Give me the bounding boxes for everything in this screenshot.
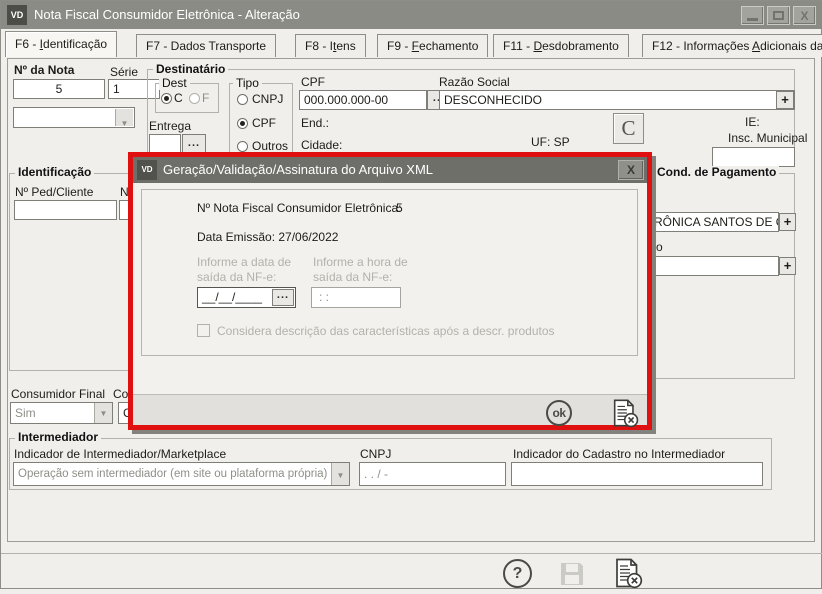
intermediador-cnpj-field[interactable]: . . / - xyxy=(359,462,506,486)
window-title: Nota Fiscal Consumidor Eletrônica - Alte… xyxy=(34,1,300,29)
dialog-titlebar: VD Geração/Validação/Assinatura do Arqui… xyxy=(133,157,647,183)
tipo-cnpj-label: CNPJ xyxy=(252,92,283,106)
dest-c-label: C xyxy=(174,91,183,105)
indicador-chevron-down-icon[interactable]: ▼ xyxy=(331,463,349,485)
cadastro-intermediador-label: Indicador do Cadastro no Intermediador xyxy=(513,447,725,461)
dialog-footer: ok xyxy=(133,394,647,425)
dest-f-label: F xyxy=(202,91,209,105)
dest-c-radio[interactable] xyxy=(161,93,172,104)
tab-bar: F6 - Identificação F7 - Dados Transporte… xyxy=(1,31,822,58)
ok-button[interactable]: ok xyxy=(546,400,572,426)
hora-saida-field: : : xyxy=(311,287,401,308)
intermediador-title: Intermediador xyxy=(15,431,101,444)
dialog-cancel-button[interactable] xyxy=(610,398,640,428)
consumidor-final-chevron-down-icon[interactable]: ▼ xyxy=(94,403,112,423)
close-button[interactable]: X xyxy=(793,6,816,25)
app-icon: VD xyxy=(7,5,27,25)
main-window: VD Nota Fiscal Consumidor Eletrônica - A… xyxy=(0,0,822,589)
toolbar-divider xyxy=(1,553,822,554)
uf-label: UF: SP xyxy=(531,135,570,149)
intermediador-cnpj-label: CNPJ xyxy=(360,447,391,461)
nota-field[interactable]: 5 xyxy=(13,79,105,99)
dest-f-radio xyxy=(189,93,200,104)
entrega-label: Entrega xyxy=(149,119,191,133)
xml-generation-dialog: VD Geração/Validação/Assinatura do Arqui… xyxy=(128,152,652,430)
cidade-label: Cidade: xyxy=(301,138,342,152)
tab-identificacao[interactable]: F6 - Identificação xyxy=(5,31,117,57)
data-saida-browse-button[interactable]: ... xyxy=(272,289,294,306)
tab-itens[interactable]: F8 - Itens xyxy=(295,34,366,57)
maximize-icon xyxy=(773,11,784,20)
identificacao-title: Identificação xyxy=(15,166,94,179)
razao-social-field[interactable]: DESCONHECIDO xyxy=(439,90,795,110)
tipo-outros-label: Outros xyxy=(252,139,288,153)
dialog-close-button[interactable]: X xyxy=(618,160,644,180)
cond-pgto-add-button[interactable]: + xyxy=(779,257,796,275)
cpf-field[interactable]: 000.000.000-00 xyxy=(299,90,427,110)
razao-social-add-button[interactable]: + xyxy=(776,91,794,109)
dialog-emissao-text: Data Emissão: 27/06/2022 xyxy=(197,230,338,244)
document-x-icon xyxy=(612,557,644,589)
data-saida-label: Informe a data de saída da NF-e: xyxy=(197,255,309,285)
help-button[interactable]: ? xyxy=(503,559,532,588)
tipo-outros-radio[interactable] xyxy=(237,141,248,152)
dest-subtitle: Dest xyxy=(159,77,190,90)
hora-saida-label: Informe a hora de saída da NF-e: xyxy=(313,255,425,285)
razao-social-label: Razão Social xyxy=(439,75,510,89)
maximize-button[interactable] xyxy=(767,6,790,25)
cadastro-intermediador-field[interactable] xyxy=(511,462,763,486)
ped-cliente-field[interactable] xyxy=(14,200,117,220)
chevron-down-icon[interactable]: ▼ xyxy=(115,109,133,126)
help-icon: ? xyxy=(513,565,523,582)
dialog-title: Geração/Validação/Assinatura do Arquivo … xyxy=(163,157,433,183)
considera-descricao-label: Considera descrição das características … xyxy=(217,324,555,339)
close-icon: X xyxy=(627,163,635,177)
dialog-nota-label: Nº Nota Fiscal Consumidor Eletrônica: xyxy=(197,201,401,215)
cond-pagamento-title: Cond. de Pagamento xyxy=(654,166,779,179)
consumidor-final-label: Consumidor Final xyxy=(11,387,105,401)
tipo-cpf-radio[interactable] xyxy=(237,118,248,129)
tipo-cpf-label: CPF xyxy=(252,116,276,130)
minimize-icon xyxy=(747,18,758,21)
close-icon: X xyxy=(800,9,808,23)
ie-label: IE: xyxy=(745,115,760,129)
tipo-subtitle: Tipo xyxy=(233,77,262,90)
nota-combo[interactable]: ▼ xyxy=(13,107,135,128)
cancel-button[interactable] xyxy=(612,557,644,589)
document-x-icon xyxy=(610,398,640,428)
save-icon xyxy=(557,559,587,589)
dialog-app-icon: VD xyxy=(137,160,157,180)
titlebar: VD Nota Fiscal Consumidor Eletrônica - A… xyxy=(1,1,822,29)
nota-label: Nº da Nota xyxy=(14,63,74,77)
co-label: Co xyxy=(113,387,128,401)
serie-label: Série xyxy=(110,65,138,79)
ok-icon: ok xyxy=(552,406,565,420)
cpf-label: CPF xyxy=(301,75,325,89)
dialog-nota-value: 5 xyxy=(396,201,403,215)
tab-desdobramento[interactable]: F11 - Desdobramento xyxy=(493,34,629,57)
indicador-marketplace-label: Indicador de Intermediador/Marketplace xyxy=(14,447,226,461)
vendedor-add-button[interactable]: + xyxy=(779,213,796,231)
tab-informacoes-adicionais[interactable]: F12 - Informações Adicionais da NFC-e xyxy=(642,34,822,57)
indicador-marketplace-combo[interactable]: Operação sem intermediador (em site ou p… xyxy=(13,462,350,486)
save-button xyxy=(557,559,587,589)
ped-cliente-label: Nº Ped/Cliente xyxy=(15,185,93,199)
insc-municipal-label: Insc. Municipal xyxy=(728,131,807,145)
tipo-cnpj-radio[interactable] xyxy=(237,94,248,105)
minimize-button[interactable] xyxy=(741,6,764,25)
end-label: End.: xyxy=(301,116,329,130)
destinatario-title: Destinatário xyxy=(153,63,228,76)
insc-municipal-field[interactable] xyxy=(712,147,795,167)
tab-fechamento[interactable]: F9 - Fechamento xyxy=(377,34,488,57)
tab-dados-transporte[interactable]: F7 - Dados Transporte xyxy=(136,34,276,57)
consumidor-c-button[interactable]: C xyxy=(613,113,644,144)
considera-descricao-checkbox xyxy=(197,324,210,337)
